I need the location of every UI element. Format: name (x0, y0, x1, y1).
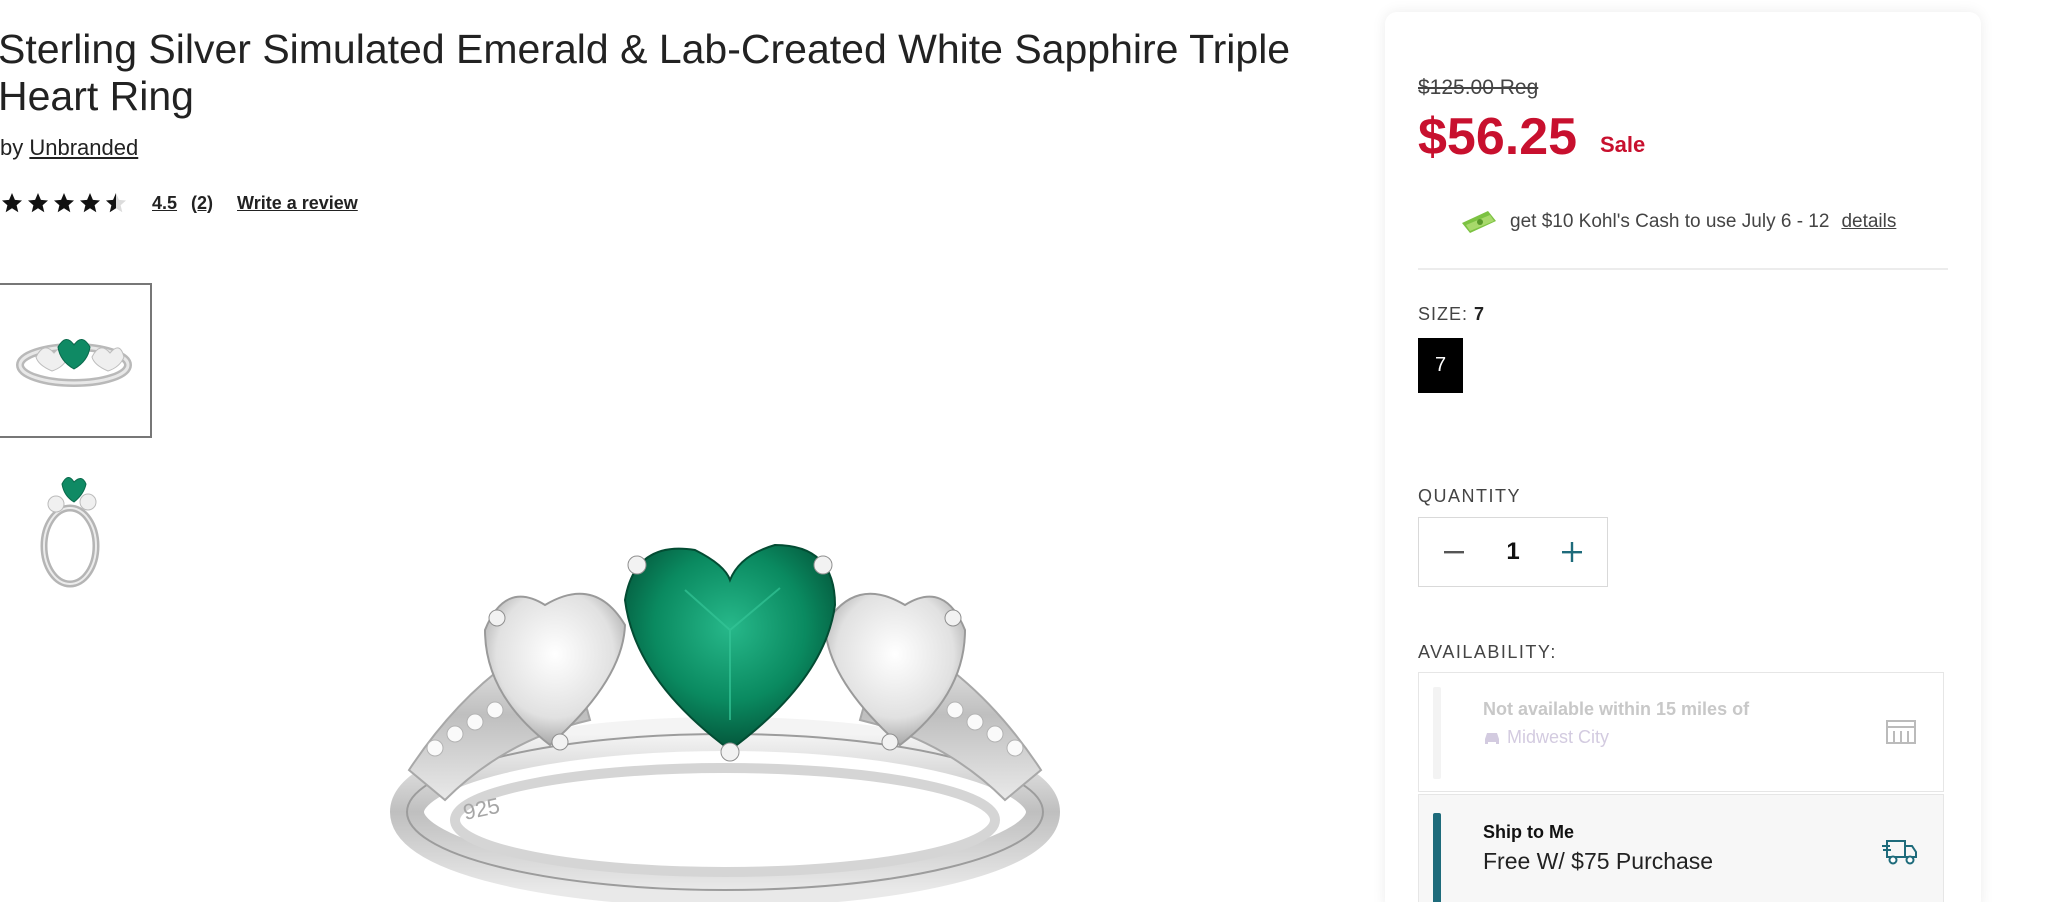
store-icon (1886, 720, 1916, 744)
rating-value[interactable]: 4.5 (152, 193, 177, 214)
store-option-indicator (1433, 687, 1441, 779)
star-icon (54, 193, 74, 213)
sale-price: $56.25 (1418, 108, 1578, 166)
kohls-cash-details-link[interactable]: details (1841, 211, 1896, 233)
delivery-truck-icon (1882, 840, 1917, 865)
main-product-image[interactable]: 925 (385, 520, 1065, 902)
star-icon (28, 193, 48, 213)
quantity-value[interactable]: 1 (1506, 538, 1519, 566)
write-review-link[interactable]: Write a review (237, 193, 358, 214)
store-availability-text: Not available within 15 miles of (1483, 699, 1750, 719)
purchase-panel: $125.00 Reg $56.25 Sale get $10 Kohl's C… (1385, 12, 1981, 902)
ring-angled-thumbnail-image (40, 477, 100, 588)
minus-icon (1444, 551, 1464, 554)
kohls-cash-promo: get $10 Kohl's Cash to use July 6 - 12 d… (1458, 204, 1896, 240)
ship-to-me-option[interactable]: Ship to Me Free W/ $75 Purchase (1418, 794, 1944, 902)
store-city-name: Midwest City (1507, 727, 1610, 747)
kohls-cash-text: get $10 Kohl's Cash to use July 6 - 12 (1510, 211, 1830, 232)
increase-quantity-button[interactable] (1557, 537, 1587, 567)
product-title: Sterling Silver Simulated Emerald & Lab-… (0, 26, 1291, 119)
ship-option-selected-indicator (1433, 813, 1441, 902)
decrease-quantity-button[interactable] (1439, 537, 1469, 567)
by-prefix: by (0, 135, 24, 160)
size-option-7[interactable]: 7 (1418, 338, 1463, 393)
byline: by Unbranded (0, 135, 138, 161)
star-icon (80, 193, 100, 213)
plus-icon (1561, 542, 1582, 562)
svg-text:925: 925 (461, 793, 502, 825)
half-star-icon (106, 193, 126, 213)
kohls-cash-icon (1462, 211, 1496, 233)
availability-label: AVAILABILITY: (1418, 642, 1557, 662)
ring-image: 925 (390, 543, 1060, 902)
size-label: SIZE: 7 (1418, 304, 1485, 325)
regular-price: $125.00 Reg (1418, 76, 1539, 99)
size-label-text: SIZE: (1418, 304, 1469, 324)
divider (1418, 268, 1948, 270)
car-icon (1485, 732, 1499, 744)
quantity-label: QUANTITY (1418, 486, 1522, 506)
thumbnail-front[interactable] (0, 283, 152, 438)
quantity-stepper: 1 (1418, 517, 1608, 587)
thumbnail-angled[interactable] (8, 462, 128, 590)
size-selected-value: 7 (1474, 304, 1486, 324)
ship-to-me-subtitle: Free W/ $75 Purchase (1483, 848, 1714, 874)
pickup-store-option[interactable]: Not available within 15 miles of Midwest… (1418, 672, 1944, 792)
ship-to-me-title: Ship to Me (1483, 822, 1574, 842)
sale-label: Sale (1600, 132, 1646, 157)
brand-link[interactable]: Unbranded (29, 135, 138, 160)
ring-thumbnail-image (16, 339, 132, 387)
review-count[interactable]: (2) (191, 193, 213, 214)
star-rating[interactable] (0, 191, 128, 215)
store-location[interactable]: Midwest City (1483, 727, 1609, 748)
star-icon (2, 193, 22, 213)
rating-row: 4.5 (2) Write a review (0, 186, 358, 220)
